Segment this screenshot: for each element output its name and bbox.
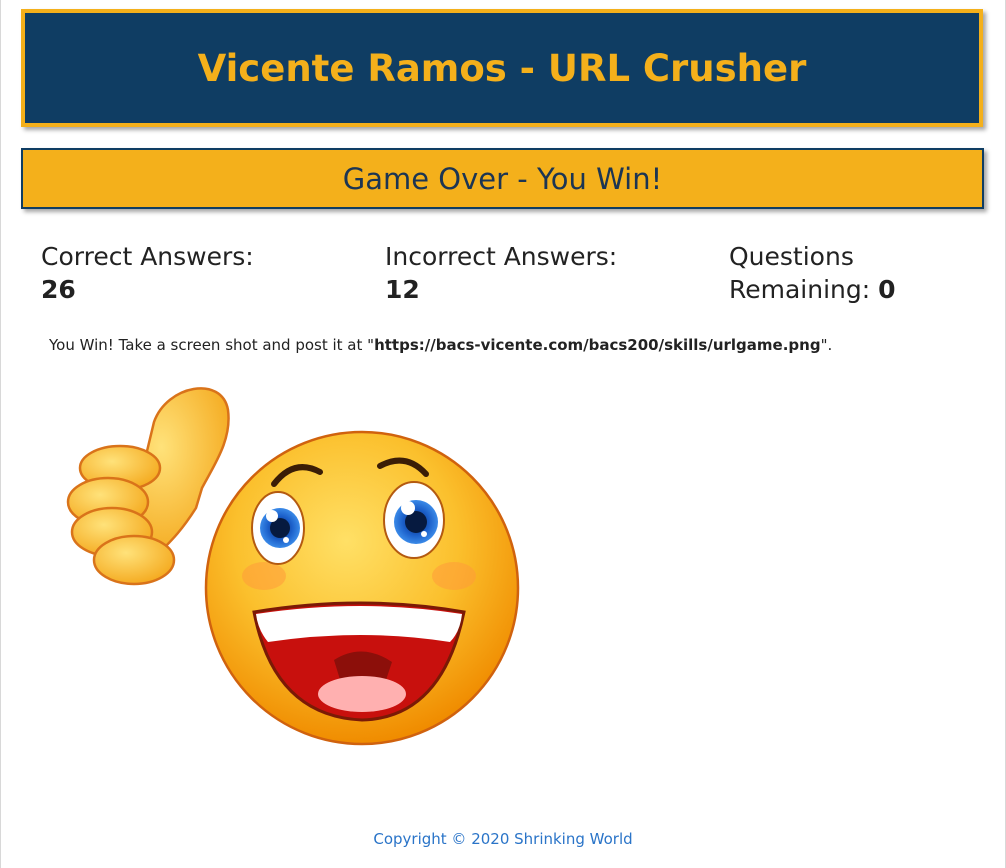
game-status-heading: Game Over - You Win! [342,161,663,196]
incorrect-answers-stat: Incorrect Answers: 12 [385,240,685,306]
questions-remaining-line2: Remaining: 0 [729,273,929,306]
screenshot-url: https://bacs-vicente.com/bacs200/skills/… [374,336,821,354]
title-banner: Vicente Ramos - URL Crusher [21,9,983,127]
footer: Copyright © 2020 Shrinking World [0,830,1006,848]
correct-answers-value: 26 [41,275,76,304]
right-eye [383,481,445,559]
incorrect-answers-value: 12 [385,275,420,304]
win-message-suffix: ". [820,336,833,354]
thumb-hand [66,387,230,586]
questions-remaining-label-line2: Remaining: [729,275,871,304]
correct-answers-stat: Correct Answers: 26 [41,240,341,306]
win-message-prefix: You Win! Take a screen shot and post it … [49,336,375,354]
copyright-link[interactable]: Copyright © 2020 Shrinking World [373,830,632,848]
questions-remaining-value: 0 [878,275,896,304]
win-message: You Win! Take a screen shot and post it … [49,336,832,354]
questions-remaining-stat: Questions Remaining: 0 [729,240,929,306]
status-banner: Game Over - You Win! [21,148,984,209]
thumbs-up-smiley-icon [66,387,520,746]
left-eye [251,491,305,565]
incorrect-answers-label: Incorrect Answers: [385,242,618,271]
questions-remaining-label-line1: Questions [729,242,854,271]
page-border-left [0,0,1,868]
page-title: Vicente Ramos - URL Crusher [197,46,807,90]
correct-answers-label: Correct Answers: [41,242,254,271]
